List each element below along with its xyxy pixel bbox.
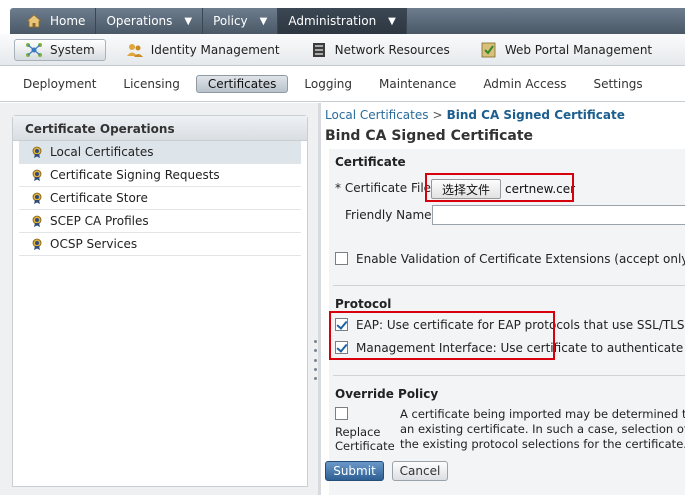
network-icon <box>310 42 328 58</box>
admin-tabs: Deployment Licensing Certificates Loggin… <box>0 66 685 102</box>
override-note-line-3: the existing protocol selections for the… <box>400 437 685 451</box>
breadcrumb-current: Bind CA Signed Certificate <box>446 108 625 122</box>
replace-certificate-checkbox[interactable] <box>335 407 348 420</box>
sidebar-item-ocsp-services[interactable]: OCSP Services <box>19 233 301 256</box>
section-divider <box>333 285 685 286</box>
certificate-icon <box>31 215 43 227</box>
sub-nav-network-label: Network Resources <box>334 42 450 57</box>
breadcrumb-separator: > <box>432 108 443 122</box>
home-icon <box>26 14 42 28</box>
highlight-box-protocol <box>329 311 555 360</box>
panel-title: Certificate Operations <box>13 116 307 141</box>
sub-nav-identity-label: Identity Management <box>150 42 280 57</box>
override-note-line-1: A certificate being imported may be dete… <box>400 407 685 421</box>
top-nav-administration[interactable]: Administration ▼ <box>278 8 407 34</box>
certificate-icon <box>31 146 43 158</box>
top-nav-bar: Home Operations ▼ Policy ▼ Administratio… <box>10 8 685 34</box>
sub-nav-web-portal-management[interactable]: Web Portal Management <box>470 39 662 61</box>
certificate-icon <box>31 238 43 250</box>
certificate-operations-panel: Certificate Operations Local Certificate… <box>12 115 308 487</box>
sub-nav-system-label: System <box>50 42 95 57</box>
top-nav-policy[interactable]: Policy ▼ <box>203 8 279 34</box>
highlight-box-file <box>425 173 574 202</box>
sidebar-item-scep-ca-profiles[interactable]: SCEP CA Profiles <box>19 210 301 233</box>
certificate-label: Certificate <box>335 439 395 453</box>
tab-settings[interactable]: Settings <box>582 75 653 93</box>
override-note-line-2: an existing certificate. In such a case,… <box>400 422 685 436</box>
sub-nav-system[interactable]: System <box>14 38 106 61</box>
sub-nav-network-resources[interactable]: Network Resources <box>300 39 460 61</box>
left-panel-area: Certificate Operations Local Certificate… <box>0 103 318 495</box>
system-icon <box>25 42 43 58</box>
certificate-section-title: Certificate <box>335 155 406 169</box>
top-nav-home-label: Home <box>50 14 86 28</box>
certificate-icon <box>31 169 43 181</box>
sub-nav: System Identity Management Network Resou… <box>0 34 685 66</box>
sidebar-item-label: Certificate Signing Requests <box>50 168 220 182</box>
splitter-handle[interactable] <box>312 340 318 380</box>
override-policy-section-title: Override Policy <box>335 387 439 401</box>
replace-label: Replace <box>335 425 381 439</box>
protocol-section-title: Protocol <box>335 297 392 311</box>
chevron-down-icon: ▼ <box>388 15 396 27</box>
validation-label: Enable Validation of Certificate Extensi… <box>356 252 685 266</box>
tab-logging[interactable]: Logging <box>293 75 363 93</box>
portal-icon <box>480 42 498 58</box>
top-nav-policy-label: Policy <box>213 14 248 28</box>
sidebar-item-label: Local Certificates <box>50 145 154 159</box>
top-nav-administration-label: Administration <box>288 14 377 28</box>
sidebar-item-certificate-signing-requests[interactable]: Certificate Signing Requests <box>19 164 301 187</box>
top-nav-home[interactable]: Home <box>10 8 97 34</box>
certificate-icon <box>31 192 43 204</box>
sidebar-item-label: SCEP CA Profiles <box>50 214 149 228</box>
validation-checkbox[interactable] <box>335 252 348 265</box>
sub-nav-portal-label: Web Portal Management <box>504 42 653 57</box>
breadcrumb-parent-link[interactable]: Local Certificates <box>325 108 429 122</box>
certificate-file-label: * Certificate File <box>335 181 432 195</box>
friendly-name-label: Friendly Name <box>345 208 432 222</box>
top-nav-operations-label: Operations <box>106 14 173 28</box>
main-content: Local Certificates > Bind CA Signed Certif… <box>321 103 685 495</box>
friendly-name-input[interactable] <box>432 205 685 225</box>
submit-button[interactable]: Submit <box>325 461 384 481</box>
form-area: Certificate * Certificate File 选择文件 cert… <box>325 149 685 495</box>
tab-admin-access[interactable]: Admin Access <box>472 75 577 93</box>
top-nav: Home Operations ▼ Policy ▼ Administratio… <box>0 0 685 34</box>
section-divider <box>333 375 685 376</box>
sidebar-item-label: Certificate Store <box>50 191 148 205</box>
breadcrumb: Local Certificates > Bind CA Signed Certif… <box>325 108 625 122</box>
tab-maintenance[interactable]: Maintenance <box>368 75 467 93</box>
tab-licensing[interactable]: Licensing <box>112 75 190 93</box>
page-title: Bind CA Signed Certificate <box>325 128 534 144</box>
identity-icon <box>126 42 144 58</box>
chevron-down-icon: ▼ <box>184 15 193 27</box>
tab-certificates[interactable]: Certificates <box>195 74 289 93</box>
cancel-button[interactable]: Cancel <box>392 461 448 481</box>
chevron-down-icon: ▼ <box>259 15 268 27</box>
sub-nav-identity-management[interactable]: Identity Management <box>116 39 290 61</box>
sidebar-item-local-certificates[interactable]: Local Certificates <box>19 141 301 164</box>
tab-deployment[interactable]: Deployment <box>12 75 107 93</box>
sidebar-item-certificate-store[interactable]: Certificate Store <box>19 187 301 210</box>
top-nav-operations[interactable]: Operations ▼ <box>96 8 204 34</box>
sidebar-item-label: OCSP Services <box>50 237 138 251</box>
